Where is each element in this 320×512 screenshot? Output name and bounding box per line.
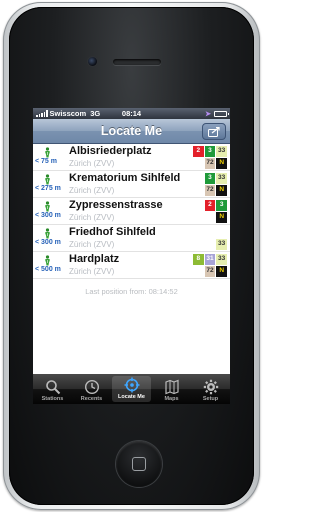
station-row[interactable]: < 500 m Hardplatz Zürich (ZVV) 8 31 33 72 N [33, 252, 230, 279]
person-pin-icon [45, 147, 50, 158]
empty-badge-slot [193, 173, 204, 184]
person-pin-icon [45, 201, 50, 212]
station-row[interactable]: < 300 m Zypressenstrasse Zürich (ZVV) 23… [33, 198, 230, 225]
empty-badge-slot [216, 227, 227, 238]
empty-badge-slot [193, 266, 204, 277]
station-region: Zürich (ZVV) [69, 159, 115, 168]
empty-badge-slot [193, 239, 204, 250]
tab-setup[interactable]: Setup [191, 374, 230, 404]
station-name: Albisriederplatz [69, 145, 152, 157]
station-row[interactable]: < 75 m Albisriederplatz Zürich (ZVV) 233… [33, 144, 230, 171]
crosshair-icon [124, 377, 140, 393]
distance-label: < 300 m [35, 239, 61, 246]
station-name: Zypressenstrasse [69, 199, 163, 211]
empty-badge-slot [193, 227, 204, 238]
station-region: Zürich (ZVV) [69, 267, 115, 276]
line-badge: 8 [193, 254, 204, 265]
tab-stations[interactable]: Stations [33, 374, 72, 404]
tab-locate-me[interactable]: Locate Me [112, 376, 151, 402]
station-region: Zürich (ZVV) [69, 213, 115, 222]
status-bar: Swisscom 3G 08:14 ➤ [33, 108, 230, 119]
person-pin-icon [45, 255, 50, 266]
distance-label: < 275 m [35, 185, 61, 192]
station-name: Hardplatz [69, 253, 120, 265]
line-badge: 33 [216, 173, 227, 184]
line-badge: 3 [216, 200, 227, 211]
earpiece-speaker [113, 59, 161, 65]
line-badge: 72 [204, 185, 216, 196]
line-badge: 3 [204, 146, 216, 157]
line-badges: 33 [193, 227, 227, 250]
line-badge: 72 [204, 266, 216, 277]
line-badge: N [216, 158, 227, 169]
arrow-in-box-icon [208, 126, 220, 137]
line-badge: 3 [204, 173, 216, 184]
station-list: < 75 m Albisriederplatz Zürich (ZVV) 233… [33, 144, 230, 279]
line-badges: 3 33 72 N [193, 173, 227, 196]
station-region: Zürich (ZVV) [69, 186, 115, 195]
line-badge: N [216, 212, 227, 223]
front-camera [88, 57, 97, 66]
last-position-text: Last position from: 08:14:52 [85, 287, 178, 296]
tab-label: Maps [164, 396, 179, 402]
station-row[interactable]: < 275 m Krematorium Sihlfeld Zürich (ZVV… [33, 171, 230, 198]
magnifier-icon [45, 379, 61, 395]
line-badge: 33 [216, 239, 227, 250]
tab-maps[interactable]: Maps [152, 374, 191, 404]
tab-recents[interactable]: Recents [72, 374, 111, 404]
line-badges: 8 31 33 72 N [193, 254, 227, 277]
home-button[interactable] [116, 441, 162, 487]
line-badge: 33 [216, 254, 227, 265]
distance-label: < 75 m [35, 158, 57, 165]
relocate-button[interactable] [202, 123, 226, 140]
empty-badge-slot [193, 200, 204, 211]
person-pin-icon [45, 228, 50, 239]
line-badges: 2 3 33 72 N [193, 146, 227, 169]
person-pin-icon [45, 174, 50, 185]
tab-label: Setup [202, 396, 219, 402]
line-badge: 2 [193, 146, 204, 157]
empty-badge-slot [193, 212, 204, 223]
line-badge: N [216, 185, 227, 196]
empty-badge-slot [193, 158, 204, 169]
station-row[interactable]: < 300 m Friedhof Sihlfeld Zürich (ZVV) 3… [33, 225, 230, 252]
station-name: Friedhof Sihlfeld [69, 226, 156, 238]
station-region: Zürich (ZVV) [69, 240, 115, 249]
clock-icon [84, 379, 100, 395]
screen: Swisscom 3G 08:14 ➤ Locate Me < 75 m Alb… [33, 108, 230, 404]
distance-label: < 500 m [35, 266, 61, 273]
station-name: Krematorium Sihlfeld [69, 172, 181, 184]
battery-icon [214, 110, 229, 117]
home-square-icon [132, 457, 146, 471]
gear-icon [203, 379, 219, 395]
navigation-bar: Locate Me [33, 119, 230, 144]
tab-label: Locate Me [118, 394, 145, 400]
tab-bar: Stations Recents Locate Me Maps Setup [33, 374, 230, 404]
status-time: 08:14 [121, 109, 142, 118]
line-badges: 23N [193, 200, 227, 223]
page-title: Locate Me [100, 124, 163, 138]
line-badge: 33 [216, 146, 227, 157]
line-badge: 72 [204, 158, 216, 169]
empty-badge-slot [205, 212, 216, 223]
map-icon [164, 379, 180, 395]
line-badge: 31 [204, 254, 216, 265]
empty-badge-slot [205, 239, 216, 250]
empty-badge-slot [205, 227, 216, 238]
tab-label: Stations [41, 396, 64, 402]
empty-badge-slot [193, 185, 204, 196]
line-badge: 2 [204, 200, 216, 211]
tab-label: Recents [80, 396, 103, 402]
distance-label: < 300 m [35, 212, 61, 219]
line-badge: N [216, 266, 227, 277]
